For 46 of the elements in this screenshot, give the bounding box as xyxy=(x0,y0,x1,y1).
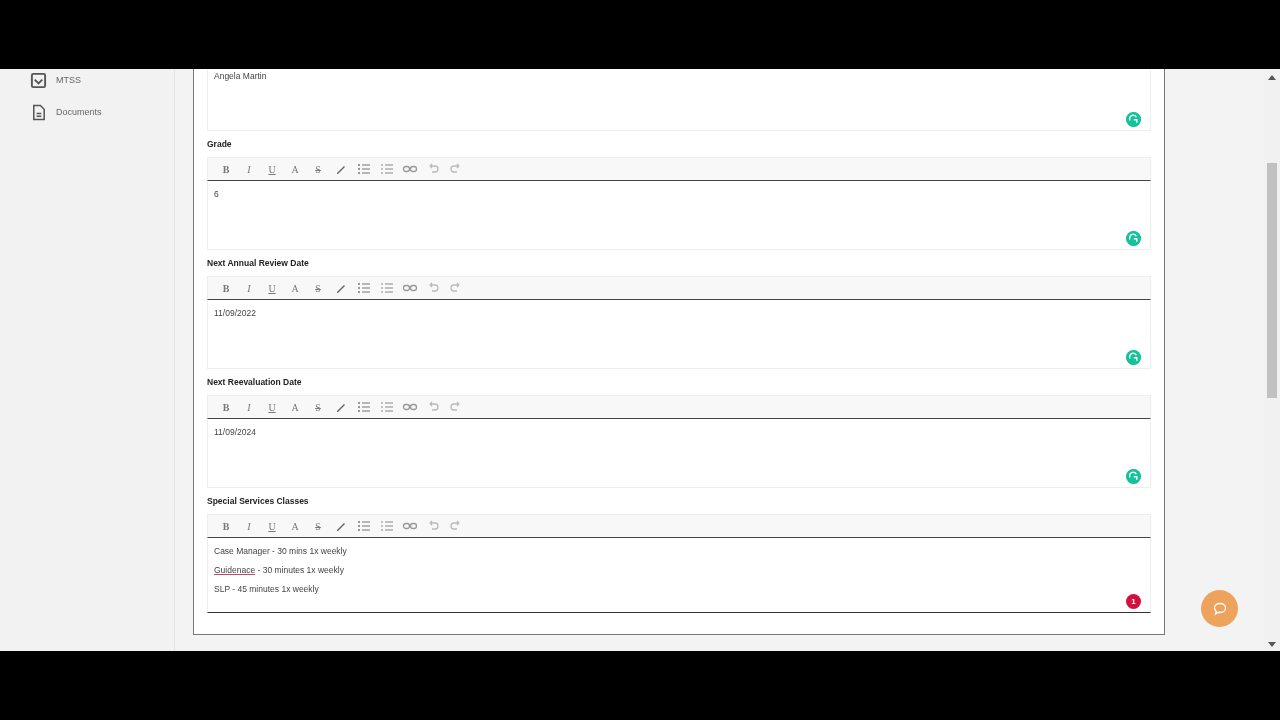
rich-text-field[interactable]: Case Manager - 30 mins 1x weekly Guidenace - 30 minutes 1x weekly SLP - 45 minutes 1x weekly 1 xyxy=(207,538,1151,613)
rich-text-field[interactable]: 6 xyxy=(207,181,1151,250)
format-button[interactable]: B xyxy=(218,399,234,415)
format-button[interactable]: I xyxy=(241,518,257,534)
format-button[interactable]: B xyxy=(218,280,234,296)
format-button[interactable]: S xyxy=(310,518,326,534)
format-button[interactable]: U xyxy=(264,518,280,534)
field-label: Special Services Classes xyxy=(207,496,309,506)
format-button[interactable]: A xyxy=(287,518,303,534)
format-button[interactable]: A xyxy=(287,161,303,177)
format-button[interactable]: S xyxy=(310,280,326,296)
format-button[interactable]: B xyxy=(218,161,234,177)
format-button[interactable]: A xyxy=(287,280,303,296)
bullet-list-icon[interactable] xyxy=(356,518,372,534)
format-button[interactable]: U xyxy=(264,399,280,415)
format-button[interactable]: B xyxy=(218,518,234,534)
format-button[interactable]: I xyxy=(241,280,257,296)
grammar-check-icon[interactable] xyxy=(1126,112,1141,127)
scroll-down-icon[interactable] xyxy=(1268,642,1276,648)
sidebar-item[interactable]: MTSS xyxy=(30,71,174,89)
issue-count-badge[interactable]: 1 xyxy=(1126,594,1141,609)
grammar-check-icon[interactable] xyxy=(1126,350,1141,365)
format-button[interactable]: I xyxy=(241,161,257,177)
rich-text-field[interactable]: Angela Martin xyxy=(207,69,1151,131)
format-button[interactable]: U xyxy=(264,280,280,296)
bullet-list-icon[interactable] xyxy=(356,161,372,177)
format-button[interactable]: S xyxy=(310,161,326,177)
scroll-up-icon[interactable] xyxy=(1268,74,1276,80)
format-button[interactable]: I xyxy=(241,399,257,415)
chat-button[interactable] xyxy=(1201,590,1238,627)
field-label: Next Reevaluation Date xyxy=(207,377,302,387)
format-button[interactable]: S xyxy=(310,399,326,415)
grammar-check-icon[interactable] xyxy=(1126,231,1141,246)
bullet-list-icon[interactable] xyxy=(356,399,372,415)
chat-icon xyxy=(1211,600,1228,617)
inbox-icon xyxy=(30,71,47,89)
field-label: Grade xyxy=(207,139,232,149)
bullet-list-icon[interactable] xyxy=(356,280,372,296)
rich-text-field[interactable]: 11/09/2022 xyxy=(207,300,1151,369)
format-button[interactable]: A xyxy=(287,399,303,415)
sidebar-item[interactable]: Documents xyxy=(30,103,174,121)
format-button[interactable]: U xyxy=(264,161,280,177)
rich-text-field[interactable]: 11/09/2024 xyxy=(207,419,1151,488)
field-label: Next Annual Review Date xyxy=(207,258,309,268)
document-icon xyxy=(30,103,47,121)
grammar-check-icon[interactable] xyxy=(1126,469,1141,484)
